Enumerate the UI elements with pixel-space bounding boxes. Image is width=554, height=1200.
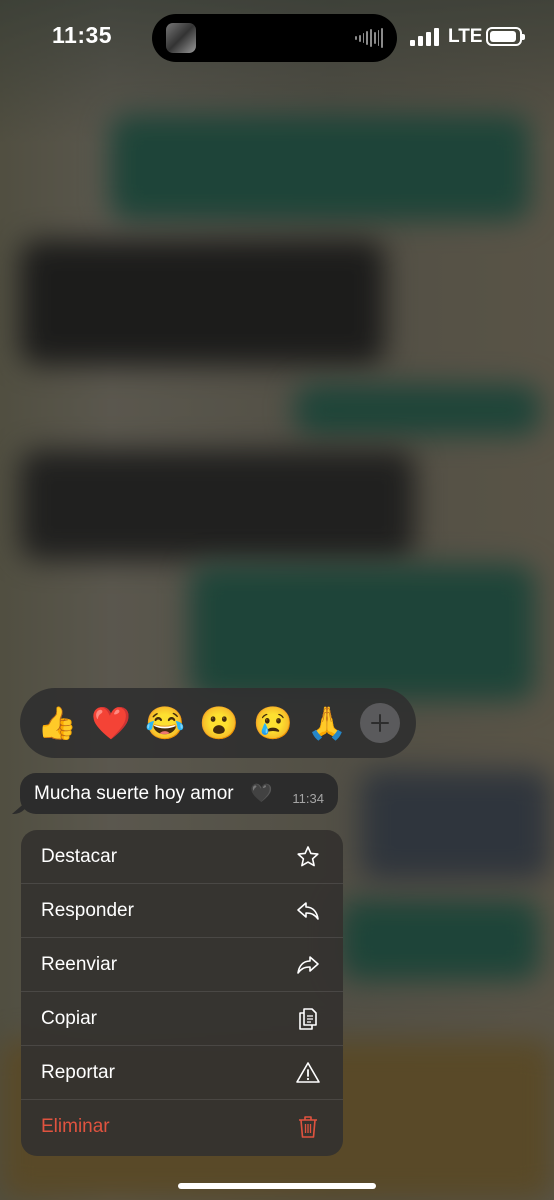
- reaction-folded-hands[interactable]: 🙏: [307, 703, 347, 743]
- message-time: 11:34: [292, 791, 324, 806]
- status-time: 11:35: [52, 22, 113, 48]
- trash-icon: [299, 1116, 317, 1138]
- menu-item-responder[interactable]: Responder: [21, 884, 343, 938]
- message-bubble[interactable]: Mucha suerte hoy amor 🖤 11:34: [20, 773, 338, 814]
- cellular-signal-icon: [410, 28, 440, 46]
- reaction-thumbs-up[interactable]: 👍: [37, 703, 77, 743]
- menu-item-destacar[interactable]: Destacar: [21, 830, 343, 884]
- message-text: Mucha suerte hoy amor: [34, 783, 234, 804]
- menu-item-label: Responder: [41, 900, 134, 921]
- more-reactions-plus-icon[interactable]: [360, 703, 400, 743]
- home-indicator[interactable]: [178, 1183, 376, 1189]
- menu-item-label: Eliminar: [41, 1116, 110, 1137]
- battery-icon: [486, 27, 525, 46]
- menu-item-reenviar[interactable]: Reenviar: [21, 938, 343, 992]
- message-context-menu: Destacar Responder Reenviar Copiar Repor…: [21, 830, 343, 1156]
- network-type: LTE: [448, 26, 483, 47]
- reaction-crying[interactable]: 😢: [253, 703, 293, 743]
- menu-item-label: Copiar: [41, 1008, 97, 1029]
- now-playing-artwork: [166, 23, 196, 53]
- reaction-surprised[interactable]: 😮: [199, 703, 239, 743]
- audio-wave-icon: [355, 28, 383, 48]
- warning-icon: [296, 1062, 320, 1083]
- menu-item-copiar[interactable]: Copiar: [21, 992, 343, 1046]
- forward-icon: [297, 956, 319, 974]
- black-heart-emoji: 🖤: [250, 783, 273, 803]
- reaction-bar: 👍 ❤️ 😂 😮 😢 🙏: [20, 688, 416, 758]
- dynamic-island[interactable]: [152, 14, 397, 62]
- reaction-tears-of-joy[interactable]: 😂: [145, 703, 185, 743]
- star-icon: [297, 846, 319, 867]
- reply-icon: [297, 902, 319, 920]
- reaction-heart[interactable]: ❤️: [91, 703, 131, 743]
- menu-item-label: Reenviar: [41, 954, 118, 975]
- menu-item-eliminar[interactable]: Eliminar: [21, 1100, 343, 1154]
- status-bar: 11:35 LTE: [0, 0, 554, 80]
- copy-icon: [299, 1008, 317, 1030]
- menu-item-label: Destacar: [41, 846, 118, 867]
- menu-item-reportar[interactable]: Reportar: [21, 1046, 343, 1100]
- menu-item-label: Reportar: [41, 1062, 115, 1083]
- screen: 11:35 LTE 👍 ❤️ 😂 😮 😢 🙏 Mucha suerte hoy …: [0, 0, 554, 1200]
